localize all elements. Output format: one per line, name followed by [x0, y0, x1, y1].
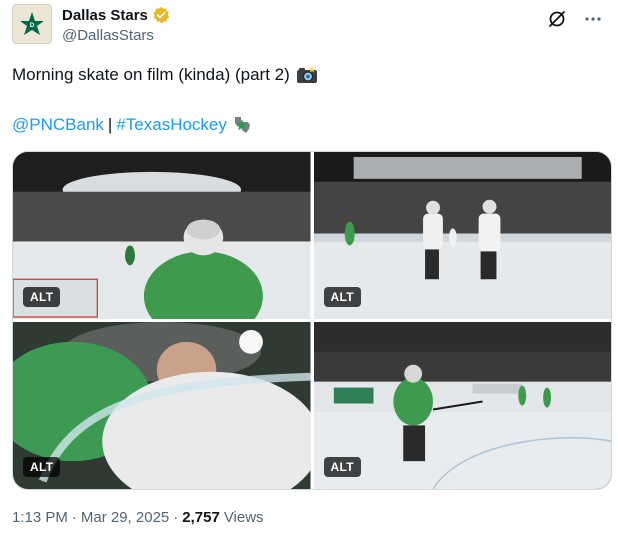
photo-4[interactable]: ALT [313, 322, 611, 489]
camera-emoji-icon [296, 66, 317, 83]
mention-link[interactable]: @PNCBank [12, 115, 104, 135]
alt-badge[interactable]: ALT [323, 287, 361, 307]
more-button[interactable] [582, 8, 604, 30]
svg-text:D: D [30, 23, 35, 29]
alt-badge[interactable]: ALT [23, 457, 61, 477]
hashtag-link[interactable]: #TexasHockey [116, 115, 227, 135]
author-handle[interactable]: @DallasStars [62, 27, 154, 44]
avatar[interactable]: D [12, 4, 52, 44]
views-label[interactable]: Views [224, 509, 264, 526]
grok-icon [549, 11, 565, 27]
stars-logo-icon: D [20, 12, 44, 35]
link-separator: | [107, 115, 113, 134]
author-display-name[interactable]: Dallas Stars [62, 7, 148, 24]
more-icon [585, 17, 601, 21]
tweet-meta: 1:13 PM · Mar 29, 2025 · 2,757 Views [12, 509, 264, 526]
photo-3[interactable]: ALT [13, 322, 311, 489]
tweet-actions-top [546, 8, 604, 30]
tweet-text: Morning skate on film (kinda) (part 2) [12, 64, 318, 86]
verified-badge-icon [153, 6, 170, 24]
media-grid: ALT ALT ALT ALT [12, 151, 612, 490]
grok-button[interactable] [546, 8, 568, 30]
photo-1[interactable]: ALT [13, 152, 311, 319]
alt-badge[interactable]: ALT [323, 457, 361, 477]
tweet-date[interactable]: Mar 29, 2025 [81, 509, 169, 526]
tweet-time[interactable]: 1:13 PM [12, 509, 68, 526]
photo-2[interactable]: ALT [313, 152, 611, 319]
meta-dot: · [173, 509, 179, 526]
texas-star-emoji-icon [234, 117, 250, 133]
author-name-row[interactable]: Dallas Stars [62, 6, 170, 24]
tweet-links: @PNCBank | #TexasHockey [12, 114, 253, 136]
meta-dot: · [71, 509, 77, 526]
views-count[interactable]: 2,757 [182, 509, 220, 526]
tweet-body: Morning skate on film (kinda) (part 2) [12, 65, 290, 84]
alt-badge[interactable]: ALT [23, 287, 61, 307]
